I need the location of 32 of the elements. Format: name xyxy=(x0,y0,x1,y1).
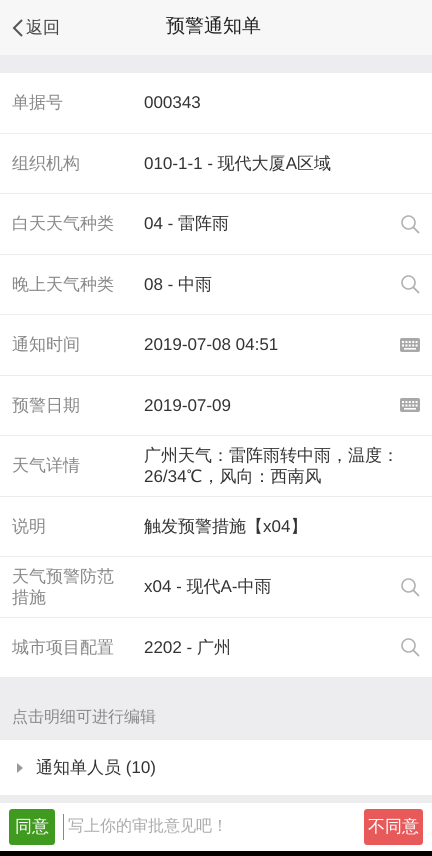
field-label: 预警日期 xyxy=(12,394,81,416)
page-title: 预警通知单 xyxy=(166,15,261,40)
field-label: 单据号 xyxy=(12,92,64,114)
field-label: 白天天气种类 xyxy=(12,213,115,234)
chevron-left-icon xyxy=(12,18,24,38)
field-value: 010-1-1 - 现代大厦A区域 xyxy=(144,152,332,174)
detail-row[interactable]: 通知单人员 (10) xyxy=(0,740,432,795)
field-value: 触发预警措施【x04】 xyxy=(144,516,308,537)
back-button[interactable]: 返回 xyxy=(0,14,60,40)
edit-hint: 点击明细可进行编辑 xyxy=(12,708,156,728)
field-value: 04 - 雷阵雨 xyxy=(144,213,230,234)
keyboard-icon[interactable] xyxy=(400,398,420,412)
field-value: 2019-07-08 04:51 xyxy=(144,334,280,356)
field-value: x04 - 现代A-中雨 xyxy=(144,576,273,598)
field-value: 广州天气：雷阵雨转中雨，温度：26/34℃，风向：西南风 xyxy=(144,444,400,487)
field-value: 08 - 中雨 xyxy=(144,274,214,295)
keyboard-icon[interactable] xyxy=(400,338,420,352)
field-value: 2019-07-09 xyxy=(144,394,232,416)
search-icon[interactable] xyxy=(400,637,420,658)
search-icon[interactable] xyxy=(400,214,420,234)
field-label: 组织机构 xyxy=(12,152,81,174)
search-icon[interactable] xyxy=(400,576,420,597)
field-value: 2202 - 广州 xyxy=(144,636,232,658)
field-value: 000343 xyxy=(144,92,202,114)
field-label: 天气预警防范措施 xyxy=(12,566,115,608)
field-label: 通知时间 xyxy=(12,334,81,356)
field-label: 天气详情 xyxy=(12,455,81,476)
field-label: 说明 xyxy=(12,516,47,537)
field-label: 城市项目配置 xyxy=(12,636,115,658)
field-label: 晚上天气种类 xyxy=(12,274,115,295)
search-icon[interactable] xyxy=(400,274,420,294)
agree-button[interactable]: 同意 xyxy=(9,809,55,845)
